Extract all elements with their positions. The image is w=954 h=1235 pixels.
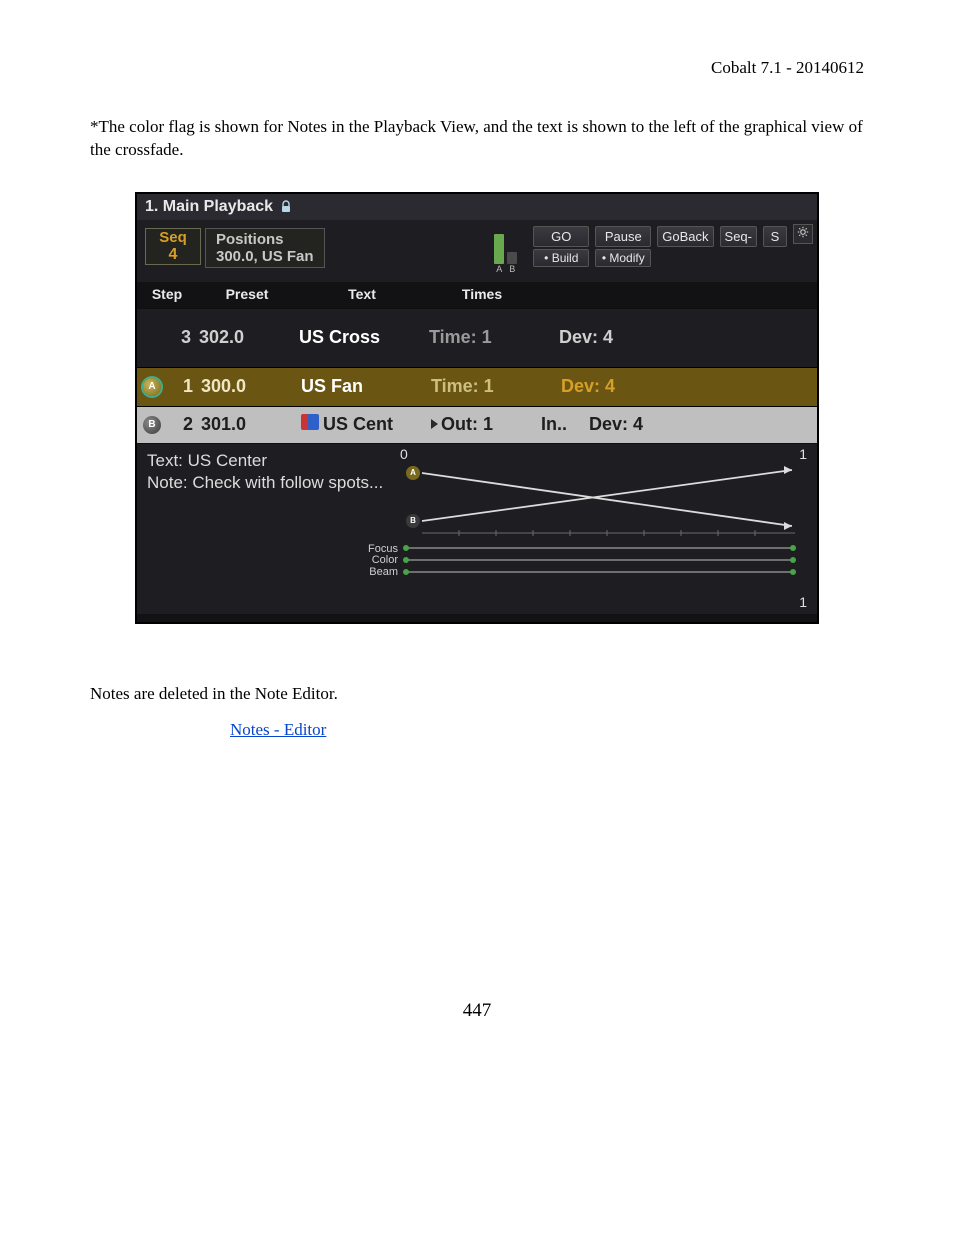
level-bar-a (494, 234, 504, 264)
marker-a-icon: A (143, 378, 161, 396)
positions-title: Positions (216, 231, 314, 248)
marker-b-icon: B (143, 416, 161, 434)
playback-view-screenshot: 1. Main Playback Seq 4 Positions 300.0, … (135, 192, 819, 624)
page-number: 447 (90, 1000, 864, 1022)
graph-a-chip-icon: A (406, 466, 420, 480)
seq-label: Seq (146, 229, 200, 246)
play-indicator-icon (431, 419, 438, 429)
attribute-labels: Focus Color Beam (358, 544, 398, 579)
crossfade-panel: Text: US Center Note: Check with follow … (137, 443, 817, 614)
text-label: Text: US Center (147, 450, 392, 472)
col-step: Step (137, 286, 197, 302)
crossfade-svg (400, 448, 800, 598)
row-b-text: US Cent (301, 414, 431, 435)
row-time: Time: 1 (429, 327, 539, 348)
sequence-row-b[interactable]: B 2 301.0 US Cent Out: 1 In.. Dev: 4 (137, 406, 817, 443)
note-flag-icon (301, 414, 319, 430)
pause-button[interactable]: Pause (595, 226, 651, 247)
build-button[interactable]: • Build (533, 249, 589, 267)
row-step: 3 (163, 327, 191, 348)
row-a-text: US Fan (301, 376, 431, 397)
transport-buttons: GO • Build Pause • Modify GoBack Seq- S (533, 226, 813, 267)
row-text: US Cross (299, 327, 429, 348)
gear-icon (797, 226, 809, 241)
row-preset: 302.0 (191, 327, 299, 348)
controls-row: Seq 4 Positions 300.0, US Fan A B GO (137, 220, 817, 282)
row-b-preset: 301.0 (193, 414, 301, 435)
window-title-bar: 1. Main Playback (137, 194, 817, 220)
graph-b-chip-icon: B (406, 514, 420, 528)
overflow-button[interactable]: S (763, 226, 787, 247)
positions-box[interactable]: Positions 300.0, US Fan (205, 228, 325, 268)
level-bar-a-label: A (494, 264, 504, 274)
crossfade-graph: 0 1 1 Focus Color Beam A B (400, 448, 807, 606)
note-label: Note: Check with follow spots... (147, 472, 392, 494)
outro-paragraph: Notes are deleted in the Note Editor. (90, 684, 864, 704)
level-bar-b (507, 252, 517, 264)
goback-button[interactable]: GoBack (657, 226, 713, 247)
window-title: 1. Main Playback (145, 198, 273, 216)
col-text: Text (297, 286, 427, 302)
row-dev: Dev: 4 (539, 327, 613, 348)
sequence-row[interactable]: 3 302.0 US Cross Time: 1 Dev: 4 (137, 308, 817, 367)
seq-minus-button[interactable]: Seq- (720, 226, 757, 247)
axis-one-bottom: 1 (799, 594, 807, 610)
row-b-in: In.. (541, 414, 583, 435)
row-b-dev: Dev: 4 (583, 414, 643, 435)
axis-one-top: 1 (799, 446, 807, 462)
col-times: Times (427, 286, 537, 302)
seq-box[interactable]: Seq 4 (145, 228, 201, 265)
axis-zero: 0 (400, 446, 408, 462)
row-b-step: 2 (165, 414, 193, 435)
col-preset: Preset (197, 286, 297, 302)
row-a-step: 1 (165, 376, 193, 397)
row-b-out: Out: 1 (431, 414, 541, 435)
sequence-row-a[interactable]: A 1 300.0 US Fan Time: 1 Dev: 4 (137, 367, 817, 406)
seq-number: 4 (146, 246, 200, 264)
padlock-icon (279, 200, 293, 214)
row-a-preset: 300.0 (193, 376, 301, 397)
document-header: Cobalt 7.1 - 20140612 (90, 58, 864, 78)
window-footer (137, 614, 817, 622)
intro-paragraph: *The color flag is shown for Notes in th… (90, 116, 864, 162)
crossfade-text-block: Text: US Center Note: Check with follow … (137, 444, 400, 614)
row-a-dev: Dev: 4 (541, 376, 615, 397)
column-headers: Step Preset Text Times (137, 282, 817, 308)
row-a-time: Time: 1 (431, 376, 541, 397)
positions-value: 300.0, US Fan (216, 248, 314, 265)
ab-level-indicator: A B (494, 234, 521, 274)
level-bar-b-label: B (507, 264, 517, 274)
notes-editor-link[interactable]: Notes - Editor (230, 720, 326, 739)
go-button[interactable]: GO (533, 226, 589, 247)
modify-button[interactable]: • Modify (595, 249, 651, 267)
settings-button[interactable] (793, 224, 813, 244)
